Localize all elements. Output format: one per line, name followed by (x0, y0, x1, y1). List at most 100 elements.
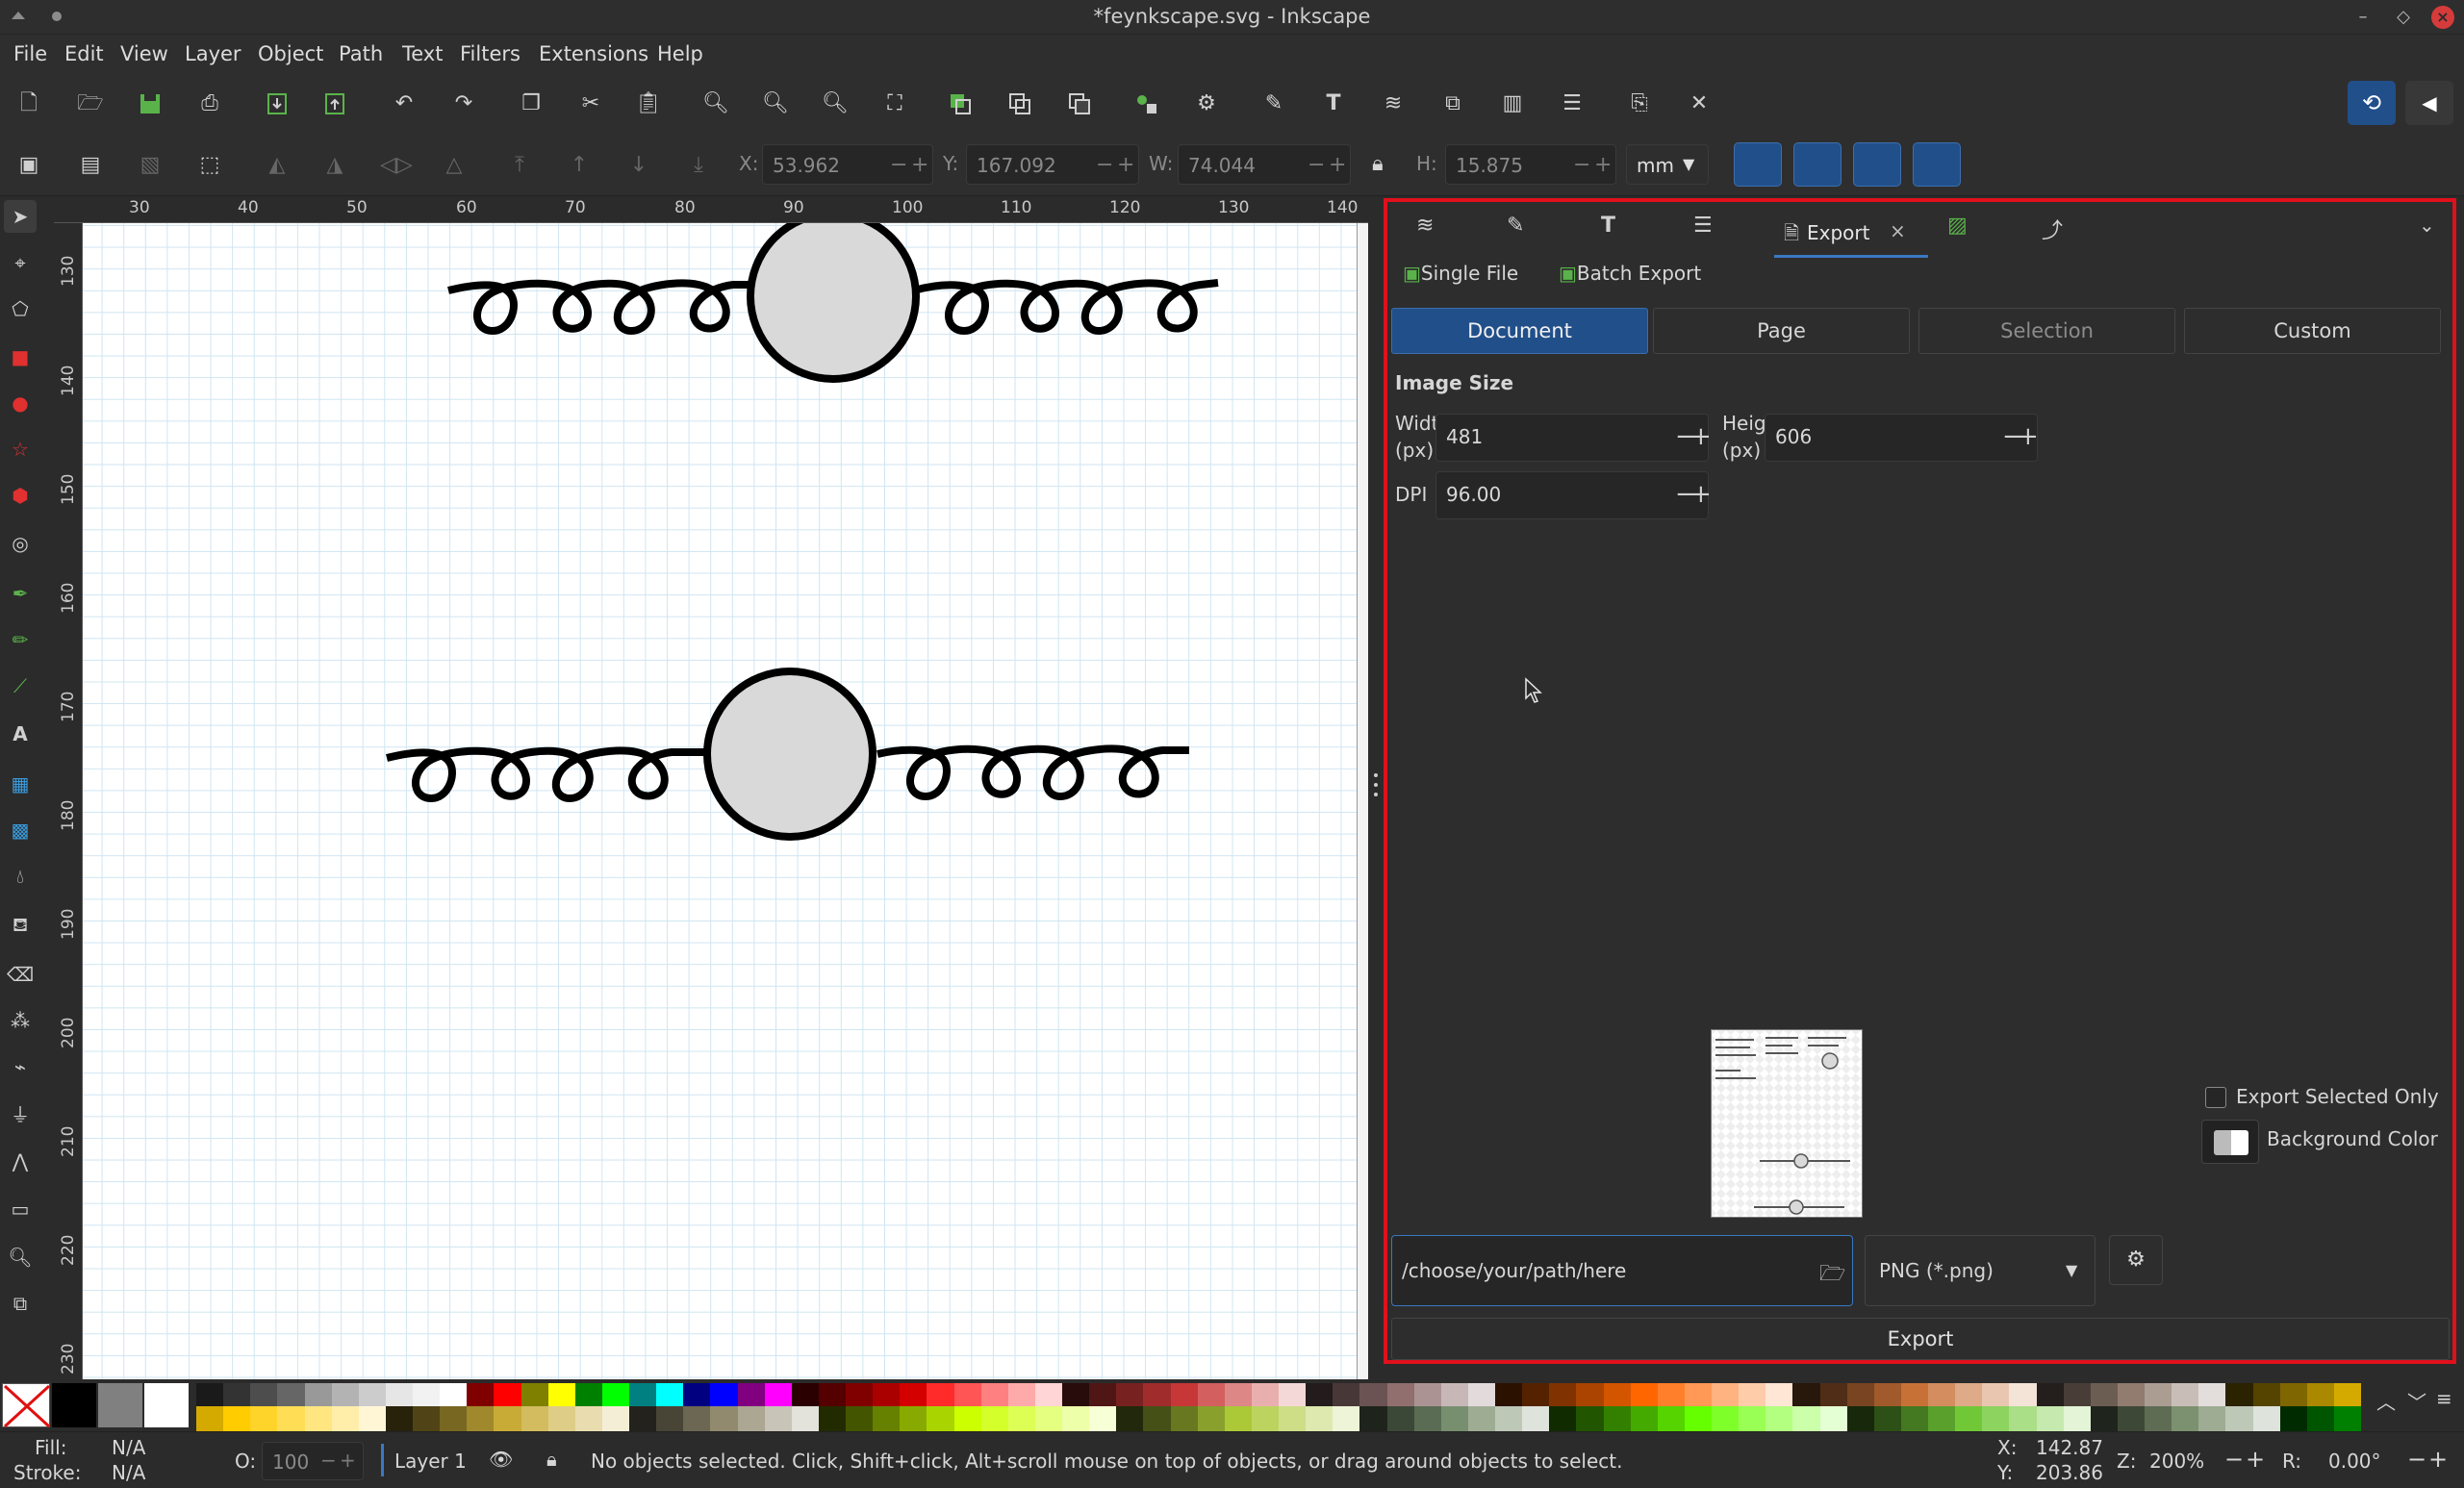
palette-swatch[interactable] (2252, 1383, 2280, 1408)
dpi-increment-icon[interactable]: + (1690, 480, 1712, 509)
palette-swatch[interactable] (2117, 1383, 2145, 1408)
rotate-ccw-icon[interactable]: ◭ (258, 146, 296, 185)
unit-select[interactable]: mm ▼ (1626, 144, 1709, 185)
palette-swatch[interactable] (2279, 1406, 2307, 1431)
node-icon[interactable]: ⌖ (4, 246, 37, 279)
pages-icon[interactable]: ▭ (4, 1193, 37, 1225)
palette-swatch[interactable] (737, 1383, 765, 1408)
palette-swatch[interactable] (629, 1406, 657, 1431)
single-file-subtab[interactable]: ▣Single File (1403, 262, 1518, 285)
palette-swatch[interactable] (1440, 1406, 1468, 1431)
palette-swatch[interactable] (2172, 1406, 2199, 1431)
palette-swatch[interactable] (873, 1406, 901, 1431)
palette-swatch[interactable] (1062, 1383, 1090, 1408)
palette-swatch[interactable] (818, 1383, 846, 1408)
opacity-decrement-icon[interactable]: − (320, 1449, 337, 1472)
palette-swatch[interactable] (1739, 1383, 1766, 1408)
scale-corners-toggle[interactable] (1793, 142, 1842, 187)
palette-swatch[interactable] (656, 1383, 684, 1408)
tab-export[interactable]: 🗎 Export × (1774, 210, 1928, 258)
palette-swatch[interactable] (1955, 1406, 1983, 1431)
open-icon[interactable]: 🗁 (71, 85, 110, 123)
raise-icon[interactable]: ↑ (560, 146, 598, 185)
fill-value[interactable]: N/A (112, 1436, 145, 1459)
palette-swatch[interactable] (846, 1383, 874, 1408)
palette-swatch[interactable] (1657, 1383, 1685, 1408)
palette-swatch[interactable] (764, 1383, 792, 1408)
palette-swatch[interactable] (1007, 1383, 1035, 1408)
palette-swatch[interactable] (2225, 1406, 2253, 1431)
palette-swatch[interactable] (494, 1383, 521, 1408)
palette-swatch[interactable] (601, 1406, 629, 1431)
palette-swatch[interactable] (1251, 1406, 1279, 1431)
palette-swatch[interactable] (2036, 1406, 2064, 1431)
palette-swatch[interactable] (629, 1383, 657, 1408)
palette-swatch[interactable] (900, 1383, 927, 1408)
undo-icon[interactable]: ↶ (385, 85, 423, 123)
menu-extensions[interactable]: Extensions (539, 42, 648, 65)
rotate-increment-icon[interactable]: + (2428, 1446, 2448, 1473)
mesh-icon[interactable]: ▩ (4, 814, 37, 846)
area-selection-button[interactable]: Selection (1918, 308, 2175, 354)
tweak-icon[interactable]: ⬠ (4, 292, 37, 325)
palette-swatch[interactable] (2172, 1383, 2199, 1408)
palette-swatch[interactable] (250, 1406, 278, 1431)
palette-swatch[interactable] (1089, 1383, 1117, 1408)
palette-swatch[interactable] (1630, 1406, 1658, 1431)
gray-swatch[interactable] (98, 1383, 142, 1427)
menu-view[interactable]: View (120, 42, 168, 65)
palette-scroll-up-icon[interactable]: ︿ (2376, 1387, 2396, 1415)
new-document-icon[interactable]: 🗋 (10, 85, 48, 123)
palette-swatch[interactable] (2145, 1406, 2172, 1431)
zoom-increment-icon[interactable]: + (2246, 1446, 2265, 1473)
raise-top-icon[interactable]: ⤒ (500, 146, 539, 185)
box3d-icon[interactable]: ⬢ (4, 479, 37, 512)
palette-swatch[interactable] (2090, 1406, 2118, 1431)
rectangle-icon[interactable]: ■ (4, 340, 37, 373)
menu-text[interactable]: Text (402, 42, 443, 65)
palette-swatch[interactable] (1982, 1406, 2010, 1431)
palette-swatch[interactable] (1116, 1406, 1144, 1431)
palette-swatch[interactable] (1467, 1383, 1495, 1408)
palette-swatch[interactable] (791, 1383, 819, 1408)
flip-horizontal-icon[interactable]: ◁▷ (377, 146, 416, 185)
palette-swatch[interactable] (250, 1383, 278, 1408)
palette-swatch[interactable] (1116, 1383, 1144, 1408)
palette-swatch[interactable] (223, 1383, 251, 1408)
select-all-layers-icon[interactable]: ▤ (71, 146, 110, 185)
preferences-icon[interactable]: ✕ (1680, 85, 1718, 123)
h-field[interactable]: 15.875 − + (1445, 144, 1616, 185)
w-field[interactable]: 74.044 − + (1178, 144, 1351, 185)
palette-swatch[interactable] (2198, 1383, 2226, 1408)
palette-swatch[interactable] (1576, 1383, 1604, 1408)
palette-swatch[interactable] (574, 1406, 602, 1431)
layers-tab-icon[interactable]: ≋ (1416, 214, 1455, 256)
palette-swatch[interactable] (1224, 1406, 1252, 1431)
palette-swatch[interactable] (1549, 1406, 1577, 1431)
menu-help[interactable]: Help (657, 42, 703, 65)
palette-swatch[interactable] (1007, 1406, 1035, 1431)
palette-swatch[interactable] (413, 1383, 441, 1408)
redo-icon[interactable]: ↷ (445, 85, 483, 123)
palette-swatch[interactable] (1846, 1383, 1874, 1408)
palette-swatch[interactable] (1034, 1406, 1062, 1431)
y-increment-icon[interactable]: + (1117, 153, 1134, 177)
palette-swatch[interactable] (683, 1383, 711, 1408)
palette-swatch[interactable] (1440, 1383, 1468, 1408)
opacity-field[interactable]: 100 − + (262, 1442, 364, 1480)
palette-swatch[interactable] (818, 1406, 846, 1431)
palette-swatch[interactable] (1224, 1383, 1252, 1408)
palette-swatch[interactable] (1928, 1383, 1956, 1408)
palette-swatch[interactable] (467, 1406, 495, 1431)
palette-swatch[interactable] (2036, 1383, 2064, 1408)
move-gradients-toggle[interactable] (1853, 142, 1901, 187)
export-path-input[interactable]: /choose/your/path/here 🗁 (1391, 1235, 1853, 1306)
current-layer-label[interactable]: Layer 1 (394, 1450, 467, 1473)
palette-swatch[interactable] (1089, 1406, 1117, 1431)
palette-swatch[interactable] (1170, 1406, 1198, 1431)
x-increment-icon[interactable]: + (911, 153, 928, 177)
palette-swatch[interactable] (2198, 1406, 2226, 1431)
dock-splitter[interactable] (1368, 196, 1384, 1379)
palette-swatch[interactable] (1900, 1406, 1928, 1431)
palette-swatch[interactable] (1522, 1406, 1550, 1431)
